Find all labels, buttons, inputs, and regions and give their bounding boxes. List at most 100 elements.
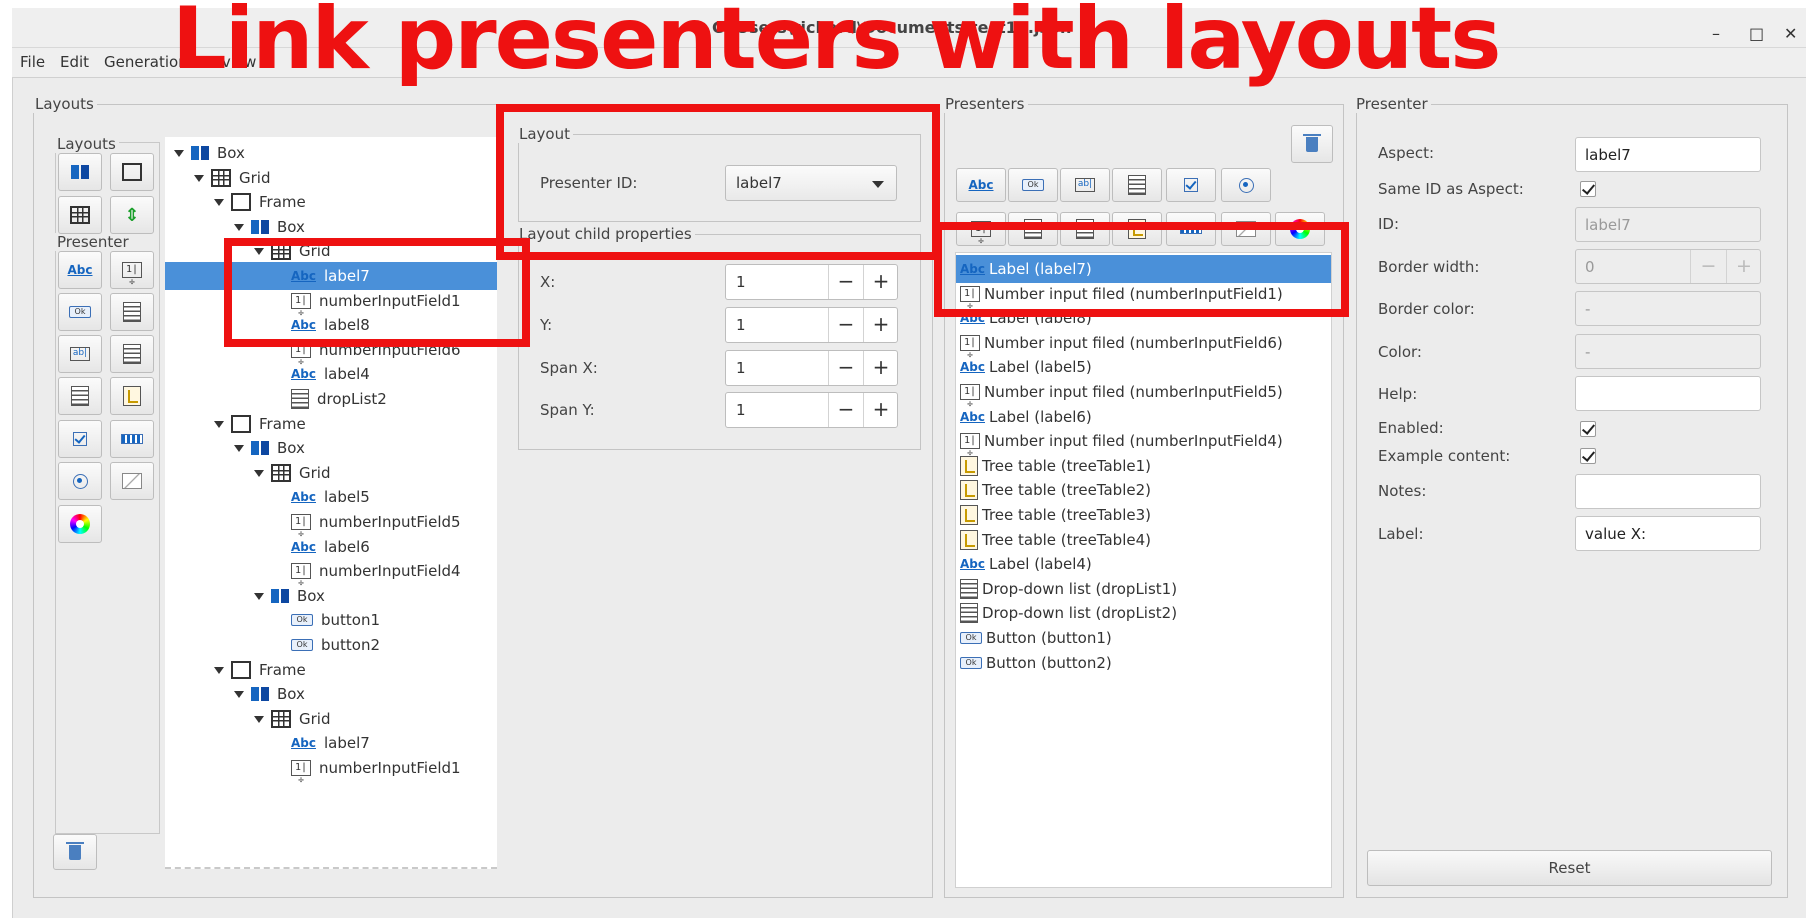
span-x-stepper[interactable]: 1 − + bbox=[725, 350, 898, 386]
add-progress-button[interactable] bbox=[110, 420, 154, 458]
border-width-stepper[interactable]: 0 − + bbox=[1575, 249, 1761, 284]
presenter-item-label: Drop-down list (dropList1) bbox=[982, 579, 1178, 598]
presenter-list[interactable]: Abc Label (label7) 1|÷ Number input filed (… bbox=[955, 252, 1332, 888]
label-field[interactable]: value X: bbox=[1575, 516, 1761, 551]
close-button[interactable]: ✕ bbox=[1784, 24, 1797, 43]
new-text-field-presenter-button[interactable]: ab| bbox=[1060, 168, 1110, 202]
id-field[interactable]: label7 bbox=[1575, 207, 1761, 242]
add-frame-button[interactable] bbox=[110, 153, 154, 191]
frame-icon bbox=[231, 414, 251, 433]
annotation-title: Link presenters with layouts bbox=[172, 0, 1501, 89]
button-icon: Ok bbox=[291, 639, 313, 651]
add-button-button[interactable]: Ok bbox=[58, 293, 102, 331]
presenter-item-label: Tree table (treeTable4) bbox=[982, 530, 1151, 549]
expand-toggle-icon[interactable] bbox=[253, 713, 265, 725]
y-value: 1 bbox=[736, 316, 746, 334]
x-increment-button[interactable]: + bbox=[863, 265, 898, 299]
notes-field[interactable] bbox=[1575, 474, 1761, 509]
new-button-presenter-button[interactable]: Ok bbox=[1008, 168, 1058, 202]
border-width-label: Border width: bbox=[1378, 258, 1480, 276]
new-label-presenter-button[interactable]: Abc bbox=[956, 168, 1006, 202]
span-y-decrement-button[interactable]: − bbox=[828, 393, 863, 427]
add-box-button[interactable] bbox=[58, 153, 102, 191]
enabled-checkbox[interactable] bbox=[1580, 421, 1596, 437]
example-content-checkbox[interactable] bbox=[1580, 448, 1596, 464]
add-number-input-button[interactable]: 1|÷ bbox=[110, 251, 154, 289]
tree-row[interactable]: 1|÷ numberInputField1 bbox=[165, 754, 497, 786]
help-field[interactable] bbox=[1575, 376, 1761, 411]
expand-toggle-icon[interactable] bbox=[213, 418, 225, 430]
new-checkbox-presenter-button[interactable] bbox=[1166, 168, 1216, 202]
annotation-box-layout bbox=[496, 104, 940, 260]
presenter-item-label: Tree table (treeTable3) bbox=[982, 506, 1151, 524]
maximize-button[interactable]: □ bbox=[1749, 24, 1764, 43]
span-y-stepper[interactable]: 1 − + bbox=[725, 392, 898, 428]
expand-toggle-icon[interactable] bbox=[213, 664, 225, 676]
minimize-button[interactable]: – bbox=[1712, 24, 1720, 43]
expand-toggle-icon[interactable] bbox=[233, 221, 245, 233]
button-icon: Ok bbox=[69, 306, 91, 318]
y-increment-button[interactable]: + bbox=[863, 308, 898, 342]
presenter-item-label: Tree table (treeTable2) bbox=[982, 481, 1151, 500]
expand-toggle-icon[interactable] bbox=[253, 467, 265, 479]
x-decrement-button[interactable]: − bbox=[828, 265, 863, 299]
border-color-field[interactable]: - bbox=[1575, 291, 1761, 326]
border-width-increment-button[interactable]: + bbox=[1726, 250, 1761, 283]
grid-icon bbox=[271, 463, 291, 482]
frame-icon bbox=[231, 193, 251, 212]
tree-node-label: label5 bbox=[324, 488, 370, 507]
add-text-field-button[interactable]: ab| bbox=[58, 335, 102, 373]
add-drop-list-button[interactable] bbox=[58, 377, 102, 415]
x-stepper[interactable]: 1 − + bbox=[725, 264, 898, 300]
reset-button[interactable]: Reset bbox=[1367, 850, 1772, 886]
expand-toggle-icon[interactable] bbox=[253, 590, 265, 602]
label-icon: Abc bbox=[960, 360, 985, 375]
color-field[interactable]: - bbox=[1575, 334, 1761, 369]
toolbox-layouts-label: Layouts bbox=[54, 135, 119, 153]
menu-edit[interactable]: Edit bbox=[60, 53, 89, 71]
add-image-button[interactable] bbox=[110, 462, 154, 500]
add-tree-table-button[interactable] bbox=[110, 377, 154, 415]
drop-list-icon bbox=[71, 386, 89, 406]
y-decrement-button[interactable]: − bbox=[828, 308, 863, 342]
span-x-increment-button[interactable]: + bbox=[863, 351, 898, 385]
toolbox-presenter-label: Presenter bbox=[54, 233, 132, 251]
delete-layout-button[interactable] bbox=[53, 834, 97, 870]
add-label-button[interactable]: Abc bbox=[58, 251, 102, 289]
label-icon: Abc bbox=[291, 367, 316, 382]
span-x-label: Span X: bbox=[540, 359, 598, 377]
add-text-area-button[interactable] bbox=[110, 335, 154, 373]
expand-toggle-icon[interactable] bbox=[193, 172, 205, 184]
number-input-icon: 1|÷ bbox=[960, 433, 980, 459]
new-drop-list-presenter-button[interactable] bbox=[1112, 168, 1162, 202]
tree-node-label: label6 bbox=[324, 537, 370, 556]
span-x-decrement-button[interactable]: − bbox=[828, 351, 863, 385]
expand-toggle-icon[interactable] bbox=[173, 147, 185, 159]
progress-icon bbox=[121, 434, 143, 444]
border-width-decrement-button[interactable]: − bbox=[1690, 250, 1726, 283]
y-stepper[interactable]: 1 − + bbox=[725, 307, 898, 343]
menu-file[interactable]: File bbox=[20, 53, 45, 71]
expand-toggle-icon[interactable] bbox=[213, 196, 225, 208]
label-icon: Abc bbox=[291, 539, 316, 554]
add-form-button[interactable] bbox=[110, 293, 154, 331]
presenter-list-item[interactable]: Ok Button (button2) bbox=[956, 649, 1331, 677]
same-id-checkbox[interactable] bbox=[1580, 181, 1596, 197]
span-y-increment-button[interactable]: + bbox=[863, 393, 898, 427]
add-grid-button[interactable] bbox=[58, 196, 102, 234]
delete-presenter-button[interactable] bbox=[1291, 125, 1333, 163]
new-radio-presenter-button[interactable] bbox=[1221, 168, 1271, 202]
expand-toggle-icon[interactable] bbox=[233, 688, 245, 700]
tree-table-icon bbox=[960, 480, 978, 501]
add-color-chooser-button[interactable] bbox=[58, 505, 102, 543]
aspect-field[interactable]: label7 bbox=[1575, 137, 1761, 172]
expand-toggle-icon[interactable] bbox=[233, 442, 245, 454]
add-checkbox-button[interactable] bbox=[58, 420, 102, 458]
app-page: C:\Users\richard\Documents\test12.json –… bbox=[0, 0, 1806, 918]
move-button[interactable]: ⇕ bbox=[110, 196, 154, 234]
add-radio-button[interactable] bbox=[58, 462, 102, 500]
